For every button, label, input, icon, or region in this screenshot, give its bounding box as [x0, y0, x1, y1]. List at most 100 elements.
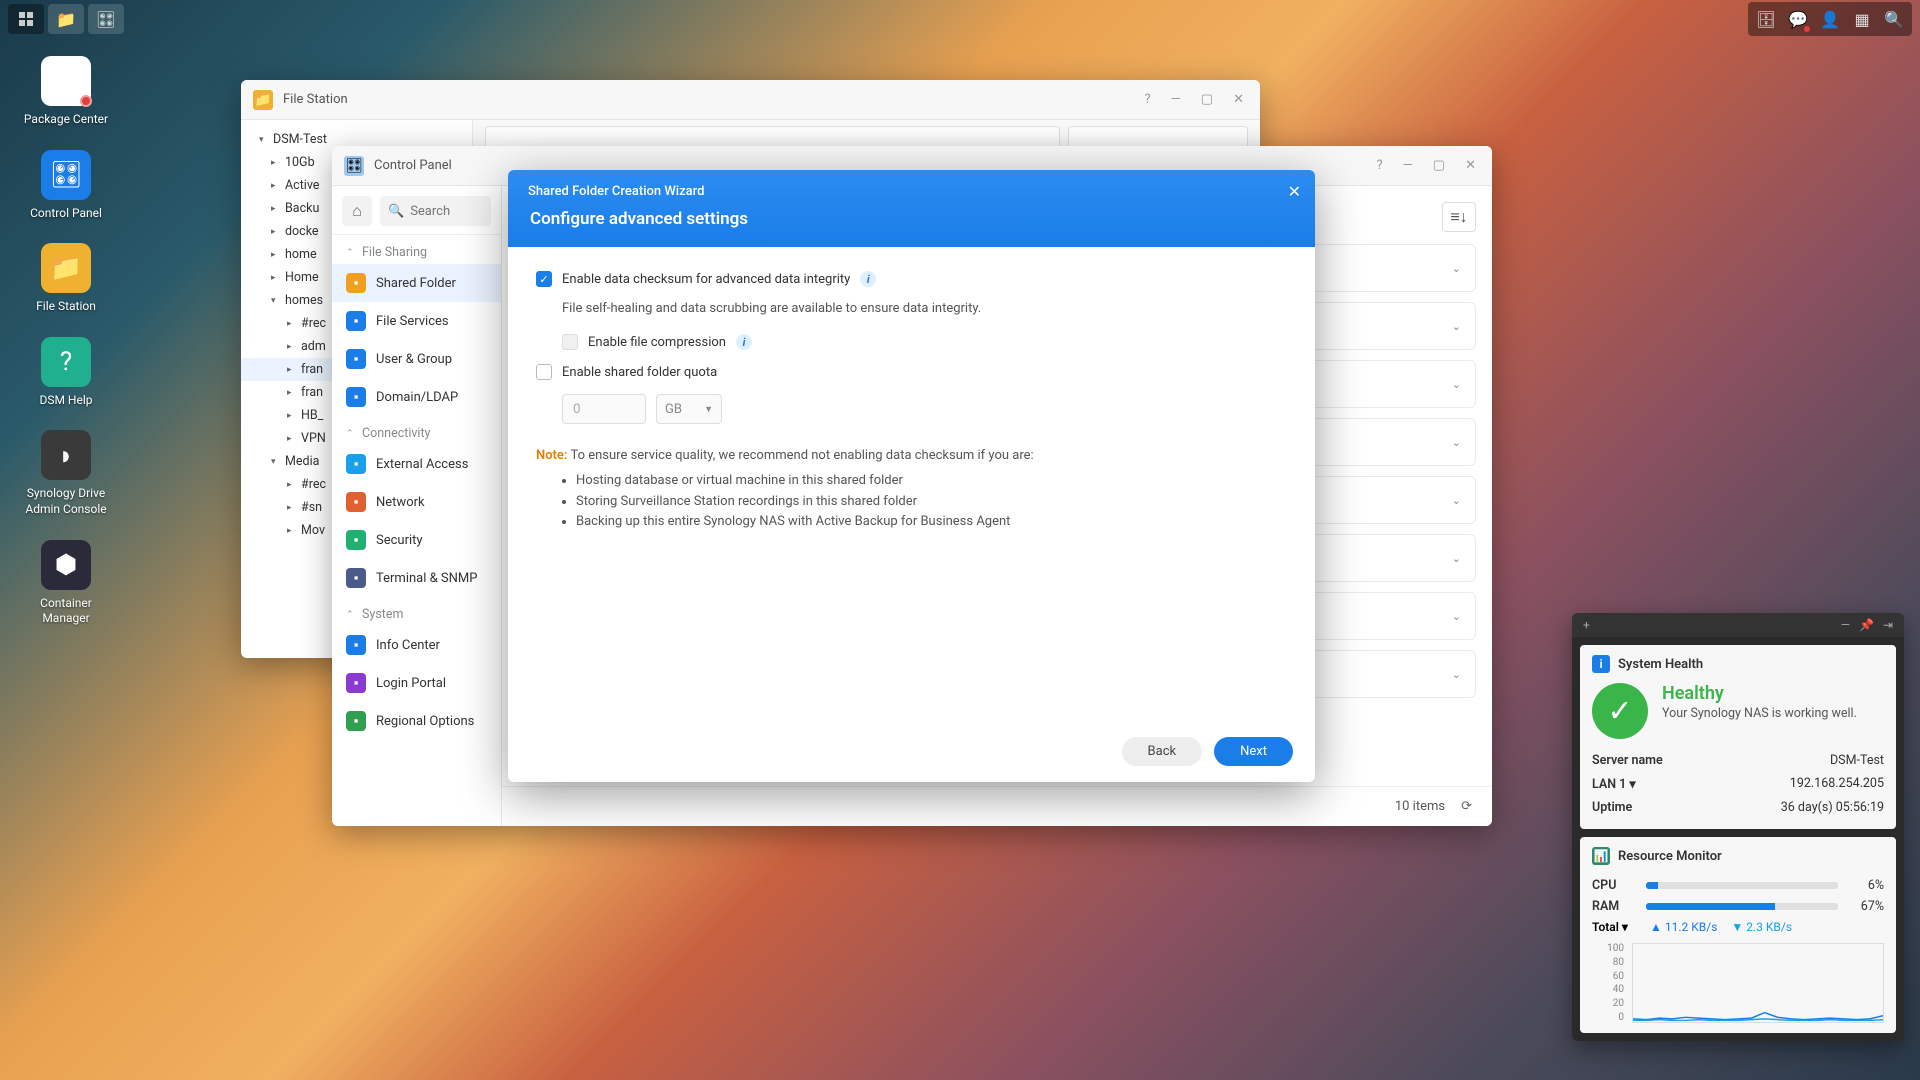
- taskbar-control-panel[interactable]: 🎛: [88, 4, 124, 34]
- ram-value: 67%: [1848, 899, 1884, 914]
- help-icon[interactable]: ?: [1140, 88, 1154, 111]
- widget-title-resource: Resource Monitor: [1618, 849, 1722, 864]
- help-icon[interactable]: ?: [1372, 154, 1386, 177]
- sidebar-item-external-access[interactable]: ▪ External Access: [332, 445, 501, 483]
- taskbar-left: 📁 🎛: [8, 4, 124, 34]
- label-data-checksum: Enable data checksum for advanced data i…: [562, 272, 850, 287]
- checkbox-file-compression[interactable]: [562, 334, 578, 350]
- sidebar-item-user-group[interactable]: ▪ User & Group: [332, 340, 501, 378]
- tree-item-label: Backu: [285, 201, 319, 216]
- cpu-label: CPU: [1592, 878, 1636, 893]
- tree-item-label: #rec: [301, 477, 326, 492]
- next-button[interactable]: Next: [1214, 737, 1293, 766]
- sidebar-section-heading[interactable]: ⌃Connectivity: [332, 416, 501, 445]
- minimize-icon[interactable]: —: [1167, 88, 1185, 111]
- domain-ldap-icon: ▪: [346, 387, 366, 407]
- minimize-icon[interactable]: —: [1399, 154, 1417, 177]
- desktop-icons: 🛍 Package Center 🎛 Control Panel 📁 File …: [18, 56, 114, 627]
- maximize-icon[interactable]: ▢: [1429, 154, 1449, 177]
- close-icon[interactable]: ✕: [1229, 88, 1248, 111]
- dsm-help-icon: ?: [41, 337, 91, 387]
- sort-button[interactable]: ≡↓: [1442, 202, 1476, 232]
- caret-icon: ▸: [287, 411, 297, 421]
- tree-item-label: #sn: [301, 500, 322, 515]
- apps-button[interactable]: [8, 4, 44, 34]
- synology-drive-admin-icon: ◗: [41, 430, 91, 480]
- widgets-panel: + — 📌 ⇥ i System Health ✓ Healthy Your S…: [1572, 613, 1904, 1041]
- taskbar-file-station[interactable]: 📁: [48, 4, 84, 34]
- chevron-down-icon: ⌄: [1452, 262, 1461, 275]
- sidebar-item-label: Domain/LDAP: [376, 390, 458, 405]
- widgets-icon[interactable]: ▦: [1846, 4, 1878, 34]
- tree-item-label: home: [285, 247, 317, 262]
- minimize-icon[interactable]: —: [1838, 618, 1853, 632]
- quota-input[interactable]: [562, 394, 646, 424]
- sidebar-item-info-center[interactable]: ▪ Info Center: [332, 626, 501, 664]
- tree-item-label: Media: [285, 454, 319, 469]
- sidebar-item-label: Security: [376, 533, 423, 548]
- desktop-icon-label: DSM Help: [39, 393, 92, 409]
- checkbox-quota[interactable]: [536, 364, 552, 380]
- user-icon[interactable]: 👤: [1814, 4, 1846, 34]
- add-widget-icon[interactable]: +: [1580, 618, 1593, 632]
- sidebar-item-label: Network: [376, 495, 425, 510]
- collapse-icon[interactable]: ⇥: [1880, 618, 1896, 632]
- control-panel-icon: 🎛: [41, 150, 91, 200]
- sidebar-item-file-services[interactable]: ▪ File Services: [332, 302, 501, 340]
- caret-icon: ▸: [271, 250, 281, 260]
- notifications-icon[interactable]: 💬: [1782, 4, 1814, 34]
- content-footer: 10 items ⟳: [502, 786, 1492, 826]
- network-chart: 100806040200: [1592, 943, 1884, 1023]
- info-icon: i: [1592, 655, 1610, 673]
- tree-item-label: fran: [301, 385, 323, 400]
- login-portal-icon: ▪: [346, 673, 366, 693]
- note-block: Note: To ensure service quality, we reco…: [536, 446, 1287, 533]
- pin-icon[interactable]: 📌: [1856, 618, 1877, 632]
- sidebar-item-network[interactable]: ▪ Network: [332, 483, 501, 521]
- sidebar-item-login-portal[interactable]: ▪ Login Portal: [332, 664, 501, 702]
- info-icon[interactable]: i: [860, 271, 876, 287]
- chevron-down-icon: ⌄: [1452, 436, 1461, 449]
- reload-button[interactable]: ⟳: [1457, 795, 1476, 818]
- sidebar-item-regional-options[interactable]: ▪ Regional Options: [332, 702, 501, 740]
- caret-icon: ▸: [271, 181, 281, 191]
- sidebar-item-shared-folder[interactable]: ▪ Shared Folder: [332, 264, 501, 302]
- note-bullet: Hosting database or virtual machine in t…: [576, 471, 1287, 492]
- file-station-titlebar[interactable]: 📁 File Station ? — ▢ ✕: [241, 80, 1260, 120]
- desktop-icon-container-manager[interactable]: ⬢ Container Manager: [18, 540, 114, 627]
- back-button[interactable]: Back: [1122, 737, 1203, 766]
- sidebar-item-domain-ldap[interactable]: ▪ Domain/LDAP: [332, 378, 501, 416]
- desktop-icon-file-station[interactable]: 📁 File Station: [18, 243, 114, 315]
- search-icon[interactable]: 🔍: [1878, 4, 1910, 34]
- health-info-row: Server nameDSM-Test: [1592, 749, 1884, 772]
- chevron-down-icon: ⌄: [1452, 552, 1461, 565]
- desktop-icon-control-panel[interactable]: 🎛 Control Panel: [18, 150, 114, 222]
- close-icon[interactable]: ✕: [1288, 182, 1301, 201]
- info-icon[interactable]: i: [736, 334, 752, 350]
- total-label[interactable]: Total ▾: [1592, 920, 1636, 934]
- info-center-icon: ▪: [346, 635, 366, 655]
- storage-icon[interactable]: 🗄: [1750, 4, 1782, 34]
- checkbox-data-checksum[interactable]: ✓: [536, 271, 552, 287]
- caret-icon: ▸: [271, 273, 281, 283]
- home-button[interactable]: ⌂: [342, 196, 372, 226]
- regional-options-icon: ▪: [346, 711, 366, 731]
- sidebar-item-label: User & Group: [376, 352, 452, 367]
- tree-item-label: Active: [285, 178, 319, 193]
- close-icon[interactable]: ✕: [1461, 154, 1480, 177]
- desktop-icon-package-center[interactable]: 🛍 Package Center: [18, 56, 114, 128]
- desktop-icon-synology-drive-admin[interactable]: ◗ Synology Drive Admin Console: [18, 430, 114, 517]
- desktop-icon-dsm-help[interactable]: ? DSM Help: [18, 337, 114, 409]
- shared-folder-wizard: Shared Folder Creation Wizard Configure …: [508, 170, 1315, 782]
- sidebar-item-terminal-snmp[interactable]: ▪ Terminal & SNMP: [332, 559, 501, 597]
- sidebar-section-heading[interactable]: ⌃File Sharing: [332, 235, 501, 264]
- sidebar-item-security[interactable]: ▪ Security: [332, 521, 501, 559]
- search-input[interactable]: [410, 204, 483, 219]
- net-upload: ▲ 11.2 KB/s: [1650, 920, 1717, 934]
- widgets-titlebar[interactable]: + — 📌 ⇥: [1572, 613, 1904, 637]
- chevron-down-icon: ⌄: [1452, 320, 1461, 333]
- maximize-icon[interactable]: ▢: [1197, 88, 1217, 111]
- sidebar-section-heading[interactable]: ⌃System: [332, 597, 501, 626]
- quota-unit-select[interactable]: GB ▼: [656, 394, 722, 424]
- search-box[interactable]: 🔍: [380, 196, 491, 226]
